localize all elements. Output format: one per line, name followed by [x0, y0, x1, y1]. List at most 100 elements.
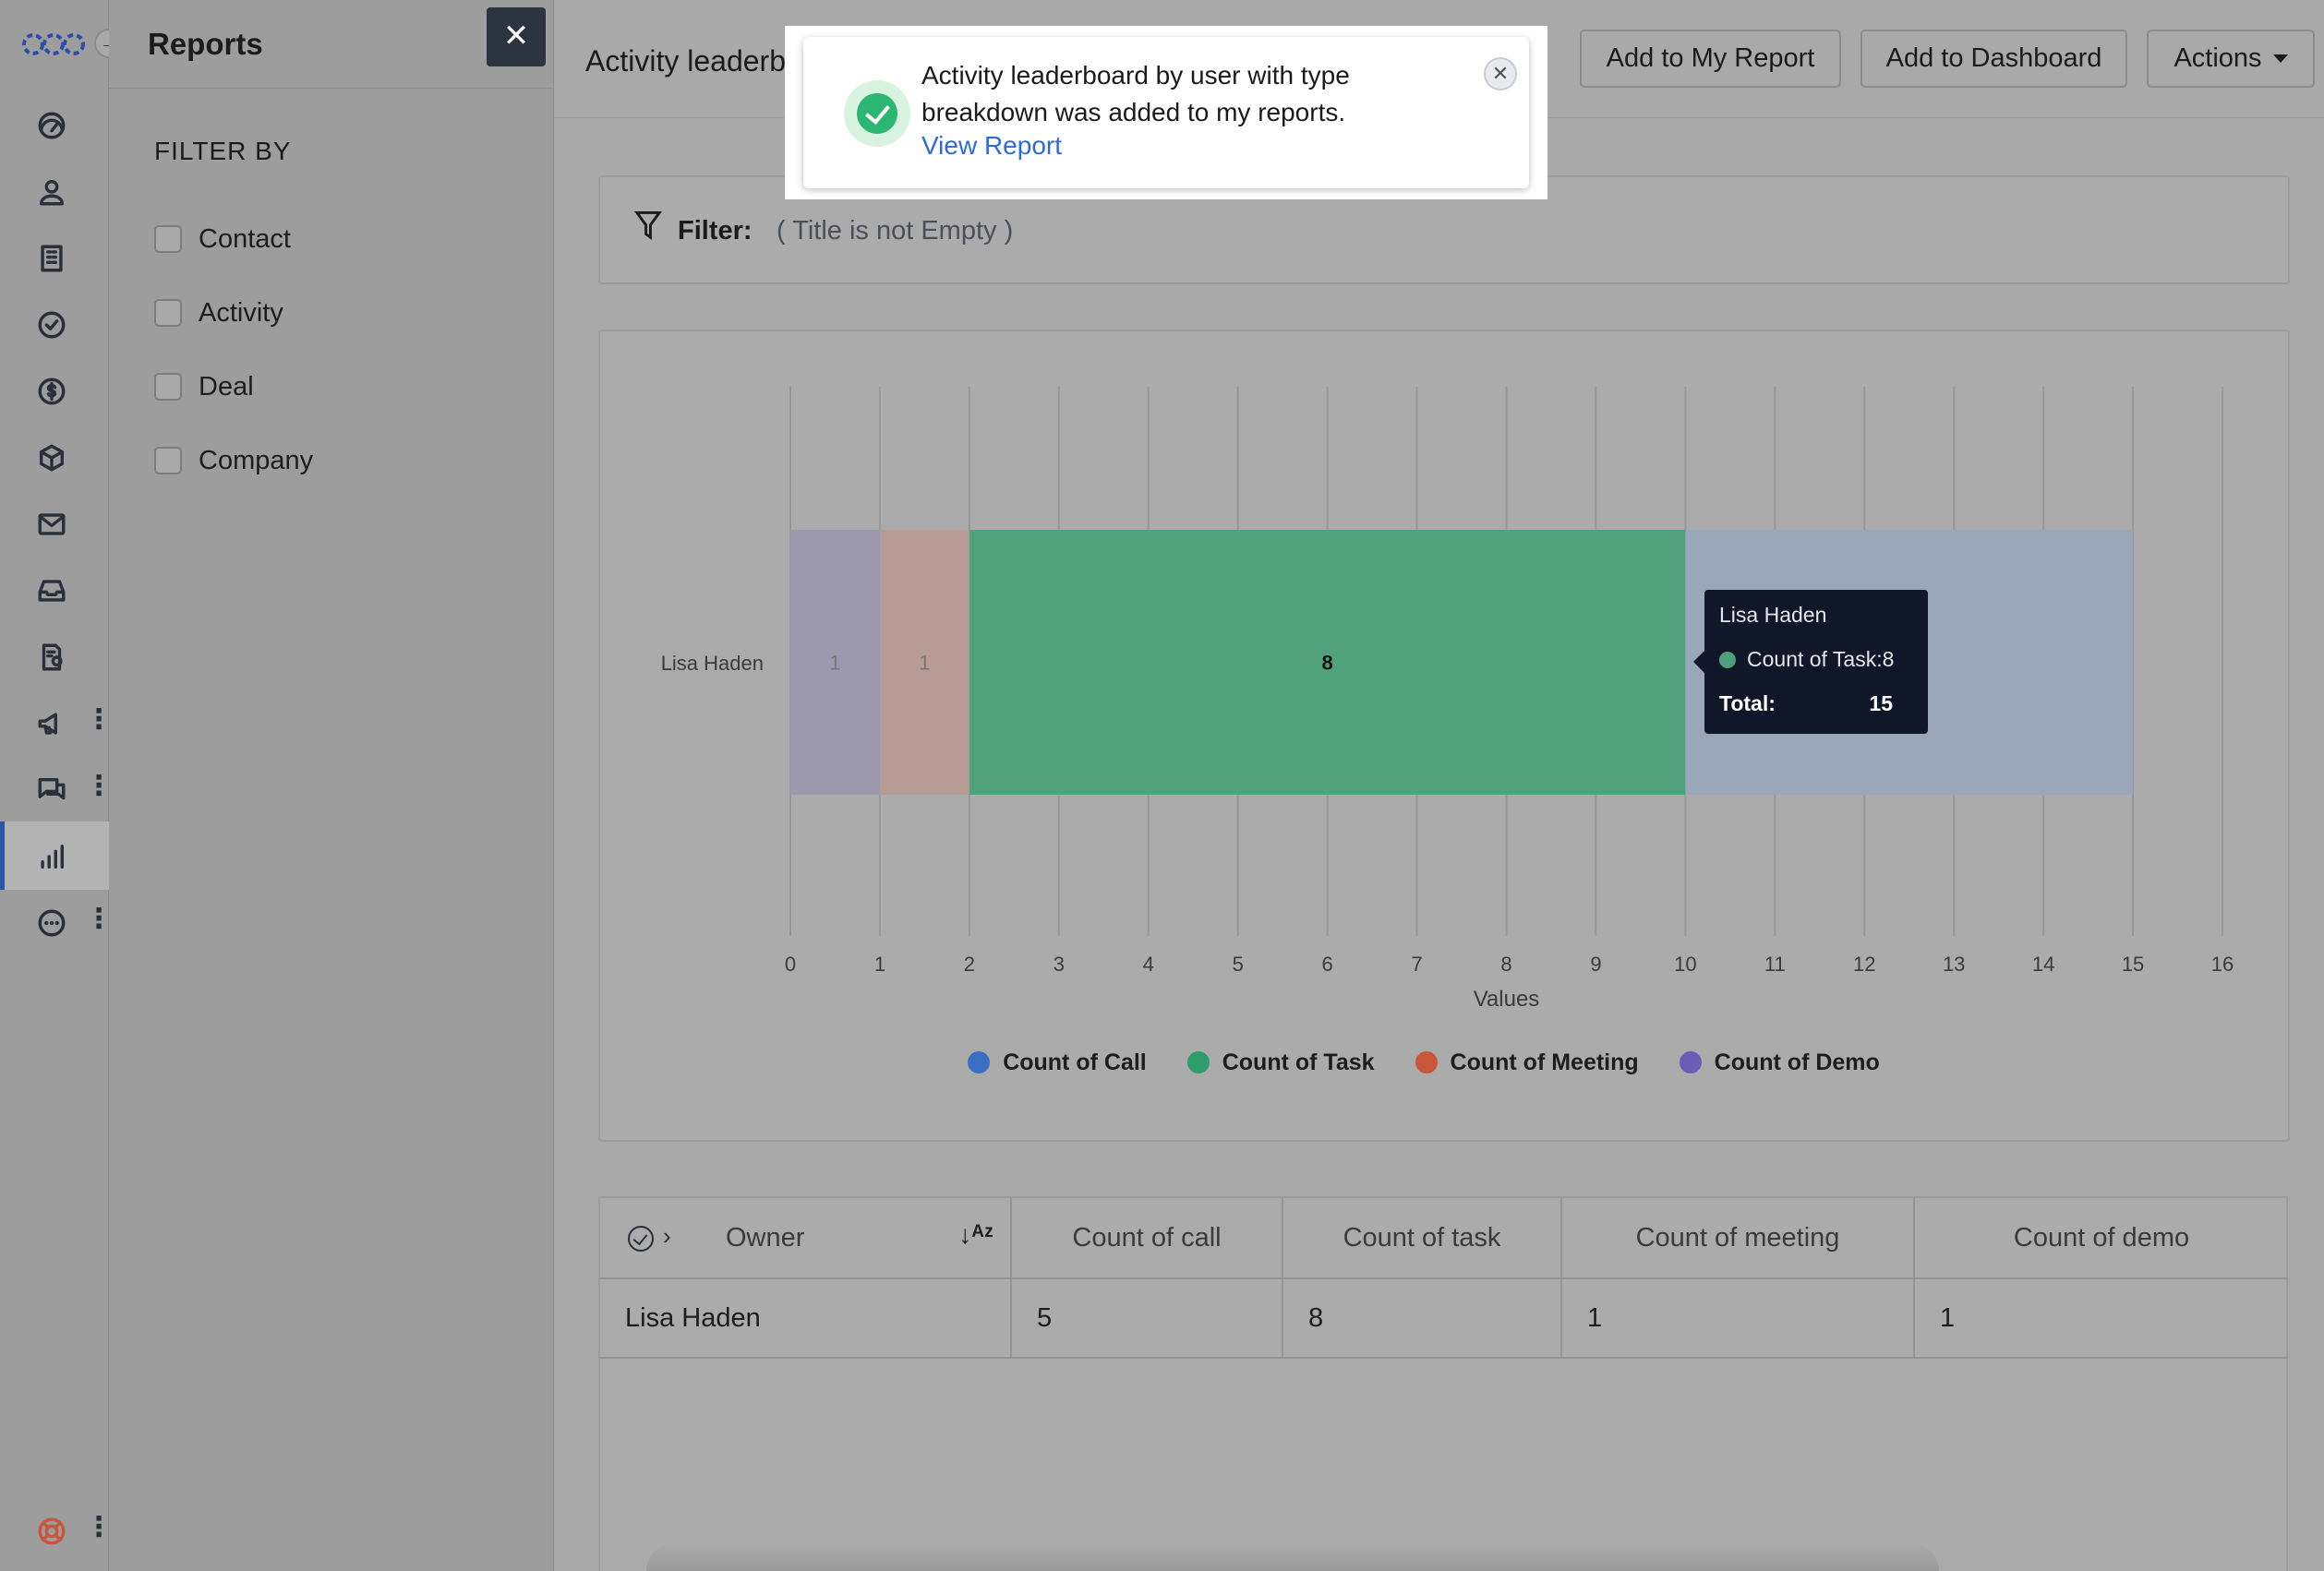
- x-tick-label: 16: [2211, 953, 2234, 976]
- checkbox[interactable]: [154, 299, 182, 327]
- cell-task: 8: [1283, 1279, 1562, 1357]
- column-label: Count of call: [1072, 1222, 1222, 1253]
- filter-label: Activity: [199, 297, 283, 328]
- filter-panel: Reports ✕ FILTER BY Contact Activity Dea…: [109, 0, 554, 1571]
- column-header-demo[interactable]: Count of demo: [1915, 1198, 2288, 1277]
- column-header-task[interactable]: Count of task: [1283, 1198, 1562, 1277]
- toast-container: Activity leaderboard by user with type b…: [785, 26, 1547, 199]
- x-tick-label: 14: [2032, 953, 2054, 976]
- tooltip-total-value: 15: [1869, 691, 1893, 715]
- column-header-meeting[interactable]: Count of meeting: [1562, 1198, 1915, 1277]
- legend-label: Count of Task: [1222, 1049, 1375, 1075]
- filter-deal[interactable]: Deal: [154, 368, 254, 405]
- x-tick-label: 4: [1143, 953, 1154, 976]
- sort-az-icon[interactable]: ↓ᴬᶻ: [958, 1220, 993, 1250]
- scroll-shadow: [646, 1543, 1939, 1571]
- legend-dot: [1186, 1051, 1210, 1073]
- conversation-icon[interactable]: [28, 766, 76, 814]
- column-label: Owner: [726, 1222, 805, 1253]
- panel-header: Reports ✕: [109, 0, 554, 89]
- campaign-icon[interactable]: [28, 700, 76, 748]
- legend-item-meeting[interactable]: Count of Meeting: [1415, 1044, 1639, 1081]
- caret-down-icon: [2272, 54, 2288, 63]
- nav-rail: → ⋮ ⋮ ⋮ ⋮: [0, 0, 124, 1571]
- success-check-icon: [844, 80, 910, 147]
- filter-funnel-icon: [634, 210, 662, 241]
- toast-message: Activity leaderboard by user with type b…: [921, 61, 1350, 126]
- legend-dot: [968, 1051, 991, 1073]
- panel-title: Reports: [148, 27, 263, 61]
- close-panel-button[interactable]: ✕: [487, 7, 546, 66]
- dashboard-icon[interactable]: [28, 102, 76, 150]
- tooltip-total-label: Total:: [1719, 691, 1776, 715]
- chart-legend: Count of Call Count of Task Count of Mee…: [578, 1044, 2270, 1081]
- chart-card: 0 1 2 3 4 5 6 7 8 9 10 11 12 13 14 15 16 Values Lisa Haden…: [598, 330, 2290, 1142]
- filter-activity[interactable]: Activity: [154, 294, 283, 331]
- inbox-icon[interactable]: [28, 567, 76, 615]
- x-tick-label: 9: [1590, 953, 1601, 976]
- add-to-my-report-button[interactable]: Add to My Report: [1580, 30, 1841, 88]
- toast-close-button[interactable]: ✕: [1484, 57, 1517, 90]
- tooltip-dot: [1719, 651, 1736, 668]
- button-label: Add to My Report: [1606, 43, 1815, 73]
- column-header-owner[interactable]: › Owner ↓ᴬᶻ: [600, 1198, 1012, 1277]
- x-tick-label: 12: [1853, 953, 1875, 976]
- checkbox[interactable]: [154, 225, 182, 253]
- help-icon[interactable]: [28, 1507, 76, 1555]
- legend-item-demo[interactable]: Count of Demo: [1679, 1044, 1880, 1081]
- column-label: Count of task: [1343, 1222, 1501, 1253]
- x-tick-label: 8: [1500, 953, 1511, 976]
- view-report-link[interactable]: View Report: [921, 131, 1062, 161]
- legend-label: Count of Demo: [1714, 1049, 1880, 1075]
- x-tick-label: 13: [1943, 953, 1965, 976]
- actions-dropdown[interactable]: Actions: [2147, 30, 2315, 88]
- filter-label: Deal: [199, 371, 254, 402]
- success-toast: Activity leaderboard by user with type b…: [803, 37, 1529, 188]
- column-label: Count of meeting: [1635, 1222, 1840, 1253]
- select-all-check-icon[interactable]: [628, 1226, 654, 1252]
- column-label: Count of demo: [2013, 1222, 2190, 1253]
- add-to-dashboard-button[interactable]: Add to Dashboard: [1860, 30, 2127, 88]
- product-icon[interactable]: [28, 434, 76, 482]
- deal-icon[interactable]: [28, 367, 76, 415]
- x-tick-label: 11: [1764, 953, 1786, 976]
- filter-company[interactable]: Company: [154, 442, 313, 479]
- app-logo-icon[interactable]: [20, 26, 87, 63]
- x-tick-label: 7: [1411, 953, 1422, 976]
- filter-label: Company: [199, 445, 314, 475]
- checkbox[interactable]: [154, 447, 182, 474]
- company-icon[interactable]: [28, 234, 76, 282]
- mail-icon[interactable]: [28, 500, 76, 548]
- bar-data-label: 1: [829, 652, 840, 675]
- filter-label: Filter:: [678, 216, 753, 246]
- column-header-call[interactable]: Count of call: [1012, 1198, 1283, 1277]
- chart-tooltip: Lisa Haden Count of Task:8 Total: 15: [1693, 590, 1928, 734]
- legend-label: Count of Call: [1003, 1049, 1147, 1075]
- x-tick-label: 0: [785, 953, 796, 976]
- filter-label: Contact: [199, 223, 291, 254]
- x-tick-label: 2: [964, 953, 975, 976]
- checkbox[interactable]: [154, 373, 182, 401]
- more-icon[interactable]: [28, 899, 76, 947]
- legend-item-call[interactable]: Count of Call: [968, 1044, 1147, 1081]
- button-label: Actions: [2173, 43, 2262, 73]
- x-tick-label: 1: [874, 953, 885, 976]
- bar-data-label: 1: [919, 652, 930, 675]
- legend-item-task[interactable]: Count of Task: [1186, 1044, 1375, 1081]
- x-tick-label: 3: [1054, 953, 1065, 976]
- tooltip-series-text: Count of Task:8: [1747, 647, 1895, 671]
- bar-chart: 0 1 2 3 4 5 6 7 8 9 10 11 12 13 14 15 16ValuesLisa Haden…: [661, 387, 2234, 1012]
- filter-value: ( Title is not Empty ): [777, 216, 1014, 246]
- table-header-row: › Owner ↓ᴬᶻ Count of call Count of task …: [600, 1198, 2288, 1279]
- task-icon[interactable]: [28, 301, 76, 349]
- legend-dot: [1679, 1051, 1702, 1073]
- x-tick-label: 15: [2122, 953, 2144, 976]
- chevron-right-icon[interactable]: ›: [663, 1222, 671, 1251]
- x-tick-label: 10: [1674, 953, 1696, 976]
- table-row[interactable]: Lisa Haden 5 8 1 1: [600, 1279, 2288, 1359]
- filter-contact[interactable]: Contact: [154, 221, 291, 258]
- document-icon[interactable]: [28, 633, 76, 681]
- contact-icon[interactable]: [28, 168, 76, 216]
- reports-icon[interactable]: [28, 833, 76, 881]
- cell-owner: Lisa Haden: [600, 1279, 1012, 1357]
